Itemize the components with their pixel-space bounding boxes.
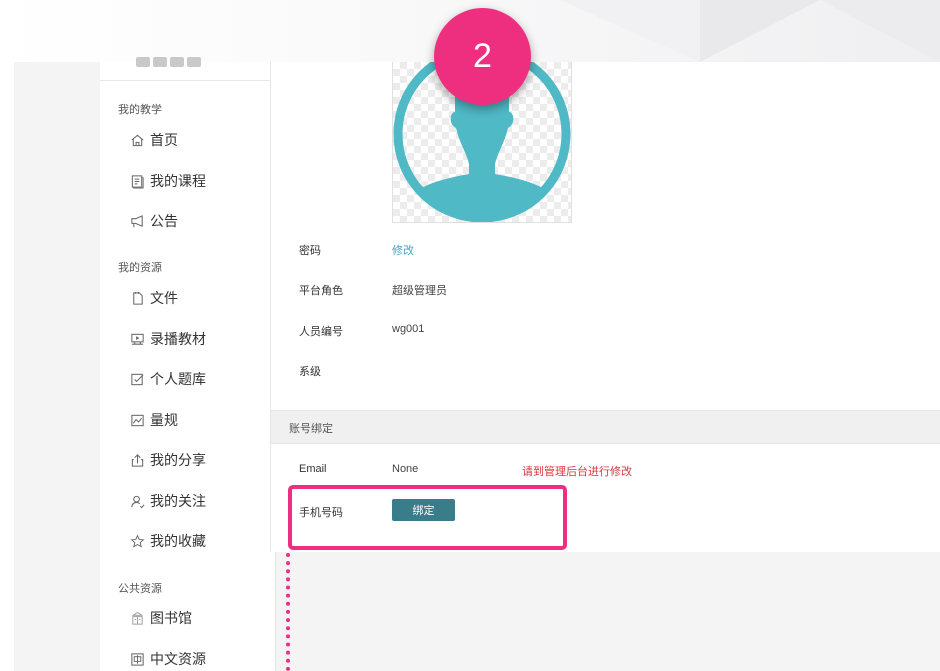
step-number-badge: 2 xyxy=(434,8,531,105)
sidebar-item-recordings[interactable]: 录播教材 xyxy=(130,328,206,350)
follow-icon xyxy=(130,494,145,509)
role-value: 超级管理员 xyxy=(392,285,447,297)
star-icon xyxy=(130,534,145,549)
email-label: Email xyxy=(299,463,327,475)
profile-panel: 密码 修改 平台角色 超级管理员 人员编号 wg001 系级 账号绑定 Emai… xyxy=(270,45,940,552)
sidebar-item-home[interactable]: 首页 xyxy=(130,129,178,151)
sidebar-item-files[interactable]: 文件 xyxy=(130,287,178,309)
section-title-public: 公共资源 xyxy=(118,583,162,595)
sidebar-item-label: 我的收藏 xyxy=(150,533,206,549)
chinese-resource-icon xyxy=(130,652,145,667)
annotation-highlight-box xyxy=(288,485,567,550)
sidebar-item-my-shares[interactable]: 我的分享 xyxy=(130,449,206,471)
share-icon xyxy=(130,453,145,468)
sidebar-item-label: 公告 xyxy=(150,213,178,229)
account-binding-header: 账号绑定 xyxy=(271,410,940,444)
sidebar-item-label: 我的分享 xyxy=(150,452,206,468)
megaphone-icon xyxy=(130,214,145,229)
sidebar-divider xyxy=(100,80,275,81)
rubric-icon xyxy=(130,413,145,428)
sidebar-item-label: 首页 xyxy=(150,132,178,148)
sidebar-item-library[interactable]: 图书馆 xyxy=(130,607,192,629)
sidebar-item-label: 量规 xyxy=(150,412,178,428)
sidebar-item-my-follows[interactable]: 我的关注 xyxy=(130,490,206,512)
sidebar-item-label: 中文资源 xyxy=(150,651,206,667)
sidebar-item-label: 个人题库 xyxy=(150,371,206,387)
sidebar: 我的教学 首页 我的课程 公告 我的资源 文件 录播教材 个人题库 量规 我的分… xyxy=(100,57,276,671)
staff-id-label: 人员编号 xyxy=(299,326,343,338)
sidebar-item-rubrics[interactable]: 量规 xyxy=(130,409,178,431)
account-binding-title: 账号绑定 xyxy=(289,423,333,435)
home-icon xyxy=(130,133,145,148)
department-label: 系级 xyxy=(299,366,321,378)
password-label: 密码 xyxy=(299,245,321,257)
sidebar-item-announcements[interactable]: 公告 xyxy=(130,210,178,232)
role-label: 平台角色 xyxy=(299,285,343,297)
sidebar-item-label: 文件 xyxy=(150,290,178,306)
library-icon xyxy=(130,611,145,626)
app-window: 我的教学 首页 我的课程 公告 我的资源 文件 录播教材 个人题库 量规 我的分… xyxy=(14,45,940,671)
password-change-link[interactable]: 修改 xyxy=(392,242,414,258)
sidebar-item-partial[interactable] xyxy=(136,54,226,68)
recording-icon xyxy=(130,332,145,347)
section-title-resources: 我的资源 xyxy=(118,262,162,274)
sidebar-item-my-courses[interactable]: 我的课程 xyxy=(130,170,206,192)
course-icon xyxy=(130,174,145,189)
file-icon xyxy=(130,291,145,306)
section-title-teaching: 我的教学 xyxy=(118,104,162,116)
sidebar-item-label: 我的课程 xyxy=(150,173,206,189)
staff-id-value: wg001 xyxy=(392,323,425,335)
sidebar-item-label: 录播教材 xyxy=(150,331,206,347)
email-notice: 请到管理后台进行修改 xyxy=(522,466,632,478)
sidebar-item-my-favorites[interactable]: 我的收藏 xyxy=(130,530,206,552)
page: 我的教学 首页 我的课程 公告 我的资源 文件 录播教材 个人题库 量规 我的分… xyxy=(0,0,940,671)
sidebar-item-label: 图书馆 xyxy=(150,610,192,626)
sidebar-item-label: 我的关注 xyxy=(150,493,206,509)
sidebar-item-question-bank[interactable]: 个人题库 xyxy=(130,368,206,390)
sidebar-item-chinese-resources[interactable]: 中文资源 xyxy=(130,648,206,670)
question-bank-icon xyxy=(130,372,145,387)
email-value: None xyxy=(392,463,419,475)
annotation-dotted-line xyxy=(286,553,290,671)
